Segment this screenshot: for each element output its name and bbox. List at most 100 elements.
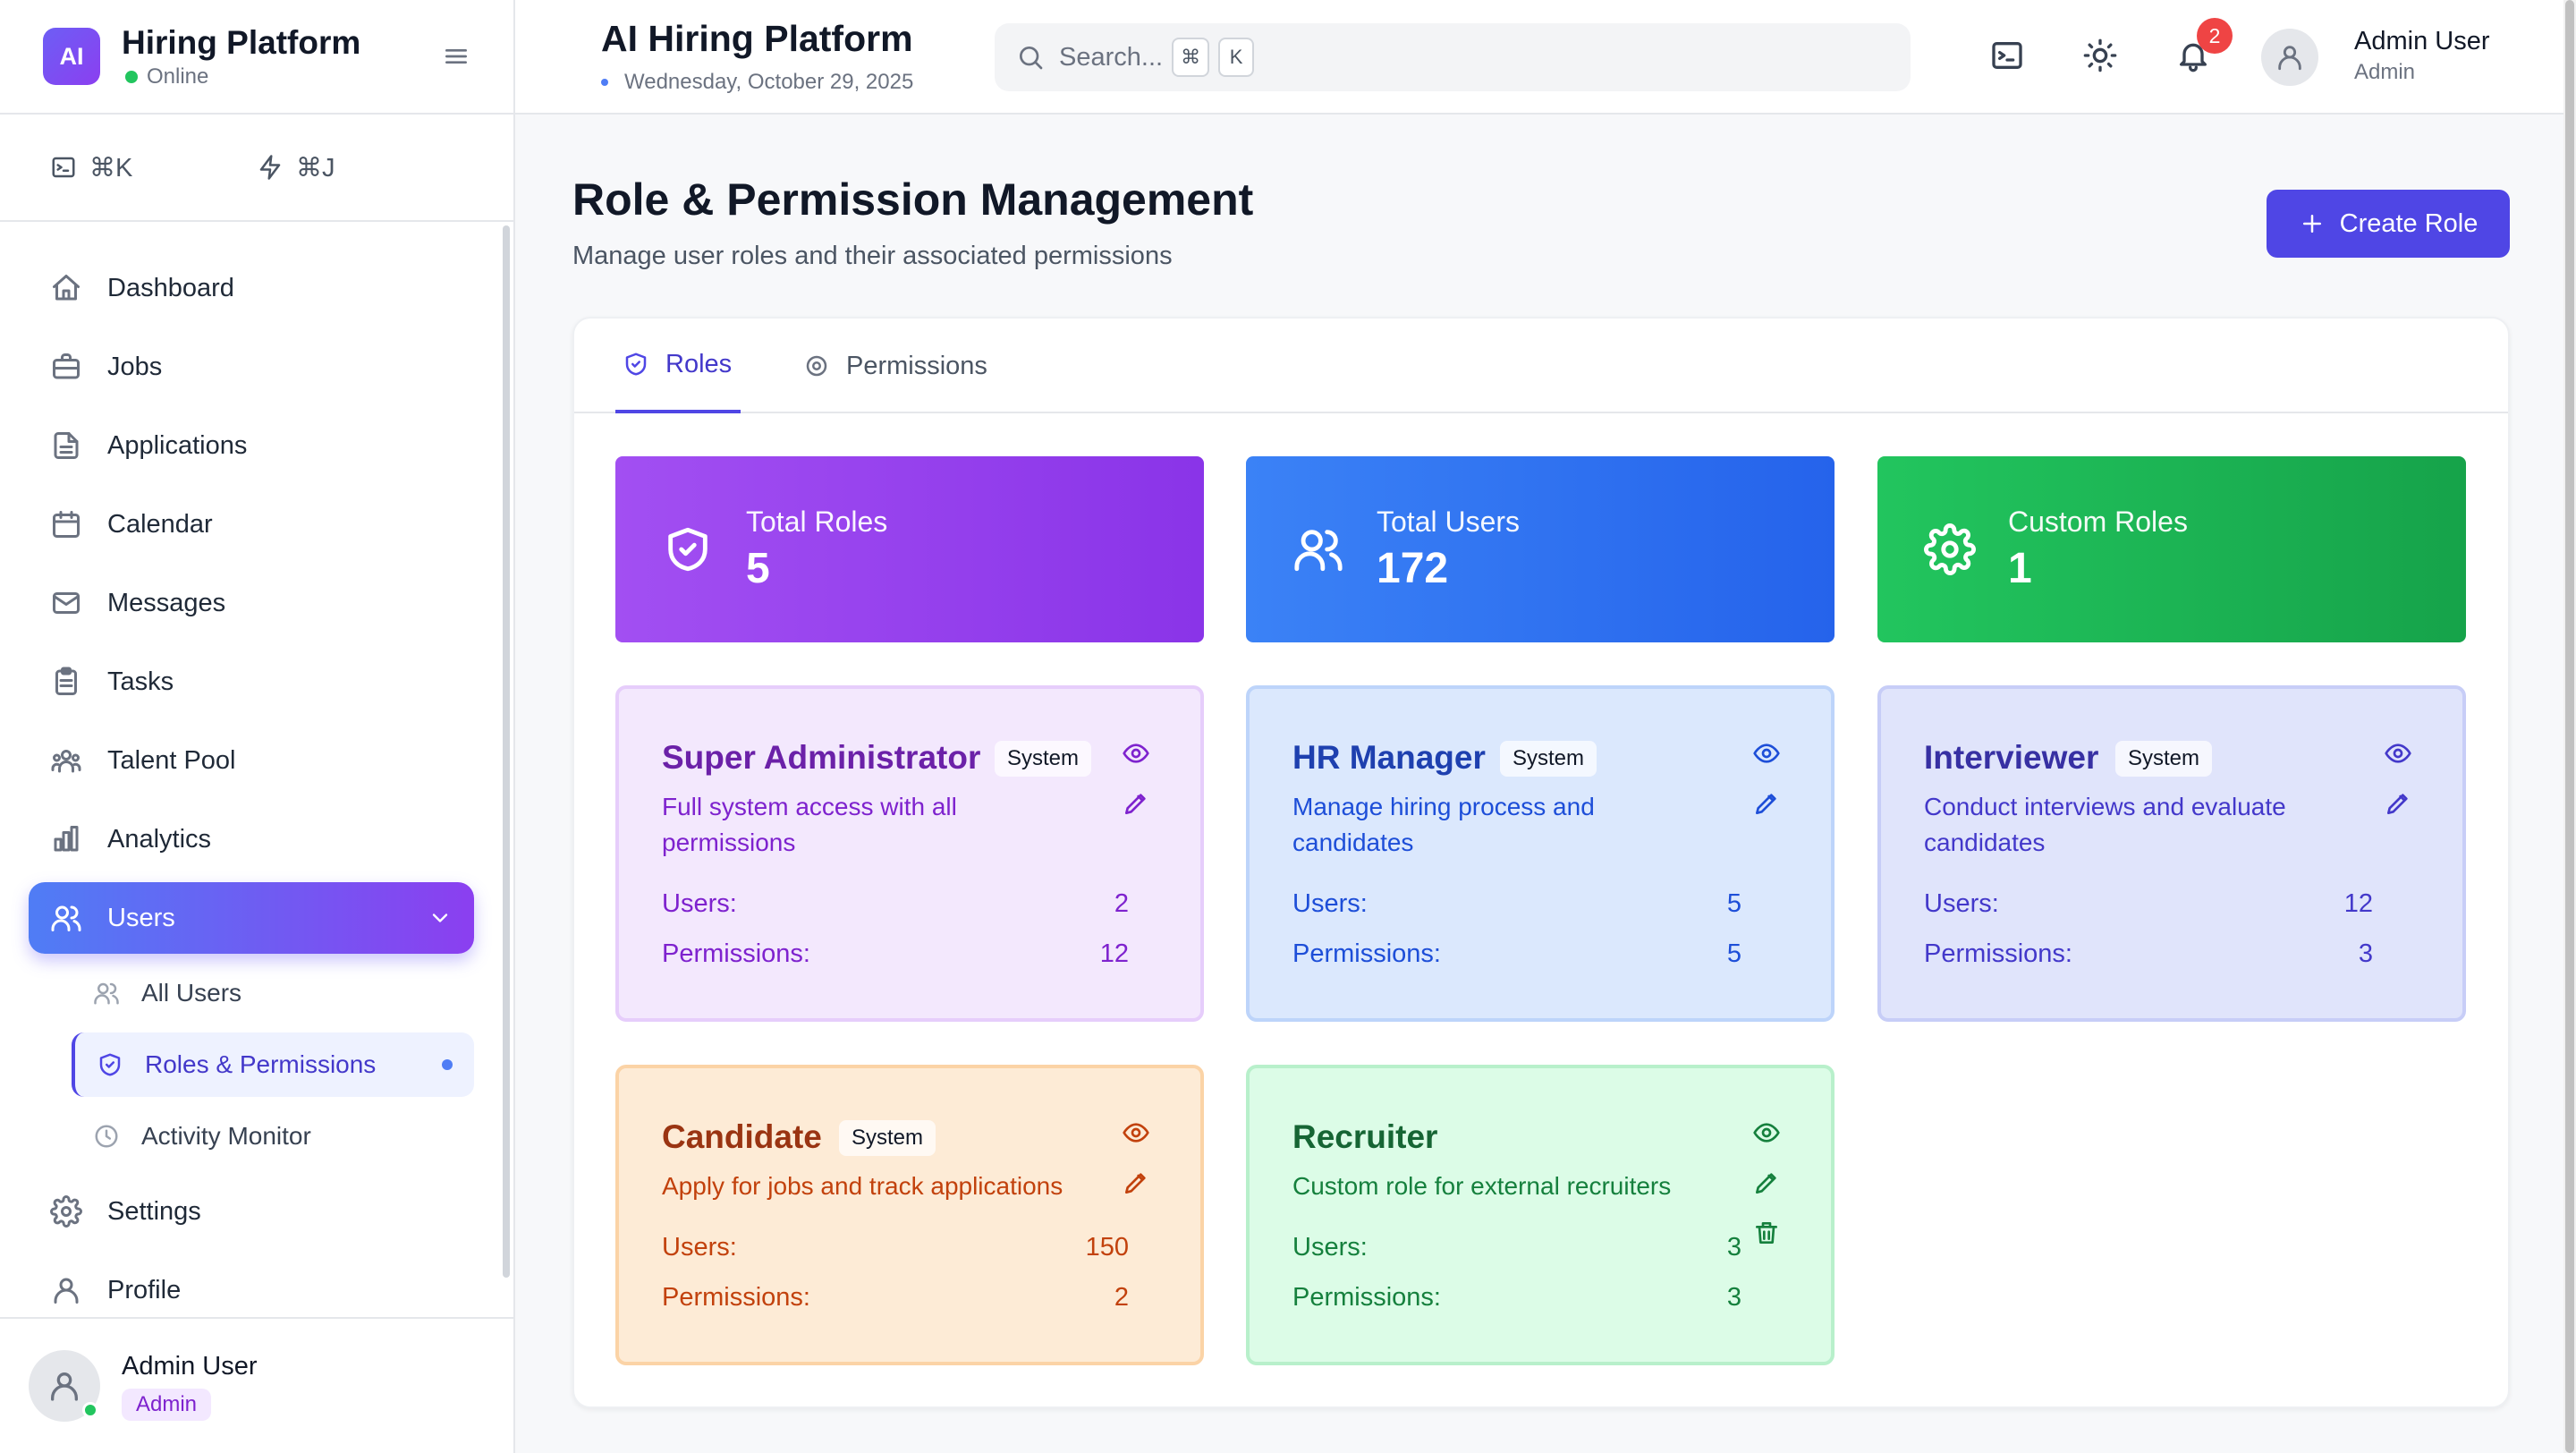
sidebar-item-profile[interactable]: Profile (29, 1254, 474, 1326)
role-card-interviewer[interactable]: Interviewer System Conduct interviews an… (1877, 685, 2466, 1022)
sidebar-item-applications[interactable]: Applications (29, 410, 474, 481)
shortcut-keys: ⌘K (89, 153, 133, 183)
page-scrollbar[interactable] (2563, 0, 2576, 1453)
avatar[interactable] (2261, 29, 2318, 86)
chevron-down-icon[interactable] (428, 905, 453, 930)
stat-value: 172 (1377, 545, 1449, 592)
gear-icon (50, 1195, 82, 1228)
sidebar-item-label: Calendar (107, 509, 213, 539)
permissions-count: 5 (1726, 939, 1741, 968)
tab-roles[interactable]: Roles (615, 319, 741, 413)
role-card-super-administrator[interactable]: Super Administrator System Full system a… (615, 685, 1204, 1022)
active-indicator-dot (442, 1059, 453, 1070)
edit-role-button[interactable] (1752, 1168, 1781, 1197)
clock-icon (95, 1125, 118, 1148)
sidebar-user-card[interactable]: Admin User Admin (0, 1317, 513, 1453)
eye-icon (1753, 743, 1780, 763)
shortcut-bar: ⌘K ⌘J (0, 115, 513, 222)
create-role-button[interactable]: Create Role (2267, 190, 2510, 258)
sidebar-item-analytics[interactable]: Analytics (29, 803, 474, 875)
stat-text: Total Roles 5 (746, 506, 887, 593)
eye-icon (1123, 743, 1149, 763)
search-input[interactable]: Search... ⌘ K (995, 23, 1911, 91)
avatar[interactable] (29, 1350, 100, 1422)
page-subtitle: Manage user roles and their associated p… (572, 242, 1173, 270)
permissions-label: Permissions: (662, 1283, 810, 1312)
sidebar-item-users[interactable]: Users (29, 882, 474, 954)
system-badge: System (1500, 741, 1597, 777)
role-card-candidate[interactable]: Candidate System Apply for jobs and trac… (615, 1065, 1204, 1365)
search-icon (1020, 47, 1043, 70)
sidebar-subitem-activity-monitor[interactable]: Activity Monitor (72, 1104, 474, 1168)
document-icon (54, 432, 79, 459)
sidebar-scrollbar[interactable] (503, 225, 510, 1278)
users-icon (94, 982, 119, 1005)
online-status-dot (82, 1402, 98, 1418)
brand-status-label: Online (147, 64, 209, 89)
tab-permissions[interactable]: Permissions (803, 319, 987, 413)
shortcut-keys: ⌘J (296, 153, 335, 183)
users-icon (1294, 530, 1343, 572)
sidebar-item-label: Users (107, 903, 175, 932)
users-label: Users: (662, 1233, 737, 1262)
stat-label: Total Users (1377, 506, 1521, 538)
sidebar-item-tasks[interactable]: Tasks (29, 646, 474, 718)
search-placeholder: Search... (1059, 42, 1164, 72)
brand-logo[interactable]: AI (43, 28, 100, 85)
tab-label: Roles (665, 349, 733, 378)
sidebar-item-label: Messages (107, 588, 226, 617)
view-role-button[interactable] (1122, 1118, 1150, 1147)
top-header: AI Hiring Platform Wednesday, October 29… (515, 0, 2563, 115)
permissions-label: Permissions: (662, 939, 810, 968)
users-label: Users: (1924, 889, 1999, 918)
role-card-recruiter[interactable]: Recruiter Custom role for external recru… (1246, 1065, 1835, 1365)
sidebar-item-label: Profile (107, 1275, 182, 1304)
edit-role-button[interactable] (2384, 789, 2412, 818)
stat-text: Total Users 172 (1377, 506, 1520, 593)
permissions-count: 3 (1726, 1283, 1741, 1312)
pencil-icon (1125, 1173, 1146, 1194)
view-role-button[interactable] (2384, 739, 2412, 768)
terminal-icon (1992, 42, 2022, 69)
stat-value: 5 (746, 545, 770, 592)
role-name: Interviewer (1924, 739, 2099, 776)
person-icon (54, 1278, 79, 1304)
view-role-button[interactable] (1752, 1118, 1781, 1147)
pencil-icon (1756, 1173, 1776, 1194)
page-scrollbar-thumb[interactable] (2565, 0, 2574, 1453)
sidebar-subitem-all-users[interactable]: All Users (72, 961, 474, 1025)
sidebar-subitem-roles-permissions[interactable]: Roles & Permissions (72, 1032, 474, 1097)
sidebar-item-talent-pool[interactable]: Talent Pool (29, 725, 474, 796)
clipboard-icon (55, 667, 77, 695)
view-role-button[interactable] (1122, 739, 1150, 768)
permissions-count: 3 (2358, 939, 2373, 968)
theme-toggle-button[interactable] (2082, 38, 2118, 73)
sidebar-item-jobs[interactable]: Jobs (29, 331, 474, 403)
header-user-info[interactable]: Admin User Admin (2354, 27, 2490, 85)
edit-role-button[interactable] (1752, 789, 1781, 818)
edit-role-button[interactable] (1122, 789, 1150, 818)
stat-label: Total Roles (746, 506, 888, 538)
view-role-button[interactable] (1752, 739, 1781, 768)
role-description: Full system access with all permissions (662, 793, 957, 856)
sidebar-item-label: Settings (107, 1196, 201, 1226)
notification-count-badge: 2 (2197, 18, 2233, 54)
command-palette-shortcut[interactable]: ⌘K (50, 152, 257, 183)
sidebar-item-dashboard[interactable]: Dashboard (29, 252, 474, 324)
pencil-icon (1756, 794, 1776, 814)
permissions-count: 12 (1099, 939, 1129, 968)
role-card-hr-manager[interactable]: HR Manager System Manage hiring process … (1246, 685, 1835, 1022)
delete-role-button[interactable] (1752, 1219, 1781, 1247)
tab-label: Permissions (846, 351, 987, 380)
edit-role-button[interactable] (1122, 1168, 1150, 1197)
terminal-button[interactable] (1989, 38, 2025, 73)
permissions-count: 2 (1114, 1283, 1129, 1312)
permissions-label: Permissions: (1924, 939, 2072, 968)
sidebar-item-messages[interactable]: Messages (29, 567, 474, 639)
sidebar-item-calendar[interactable]: Calendar (29, 489, 474, 560)
sidebar-item-settings[interactable]: Settings (29, 1176, 474, 1247)
shield-icon (625, 353, 647, 376)
quick-action-shortcut[interactable]: ⌘J (257, 152, 463, 183)
eye-icon (2385, 743, 2411, 763)
menu-icon[interactable] (442, 42, 470, 71)
